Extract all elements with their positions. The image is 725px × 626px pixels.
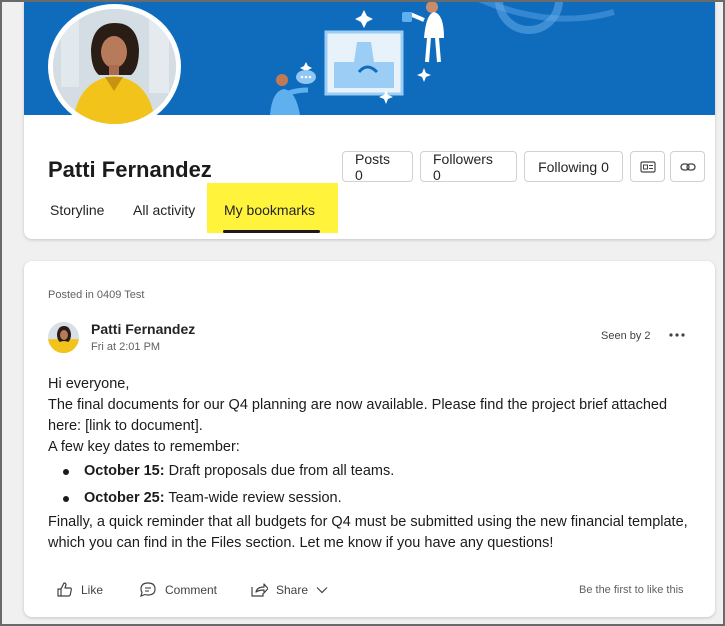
active-tab-indicator — [223, 230, 320, 233]
post-timestamp: Fri at 2:01 PM — [91, 341, 161, 353]
post-paragraph-1: The final documents for our Q4 planning … — [48, 397, 668, 434]
tab-my-bookmarks[interactable]: My bookmarks — [224, 202, 315, 218]
share-label: Share — [276, 582, 309, 597]
person-photo-icon — [52, 326, 76, 353]
share-button[interactable]: Share — [250, 581, 336, 598]
comment-icon — [140, 582, 156, 597]
bullet-text: Team-wide review session. — [164, 490, 342, 506]
more-horizontal-icon — [669, 333, 685, 337]
tab-all-activity[interactable]: All activity — [133, 202, 195, 218]
more-options-button[interactable] — [667, 327, 687, 341]
share-icon — [251, 583, 268, 597]
profile-avatar — [48, 4, 181, 129]
post-card: Posted in 0409 Test Patti Fernandez Fri … — [24, 261, 715, 617]
following-count-button[interactable]: Following 0 — [524, 151, 623, 182]
copy-link-button[interactable] — [670, 151, 705, 182]
key-dates-list: October 15: Draft proposals due from all… — [48, 458, 698, 512]
chevron-down-icon — [316, 586, 328, 593]
post-dates-intro: A few key dates to remember: — [48, 439, 240, 455]
app-frame: Patti Fernandez Posts 0 Followers 0 Foll… — [0, 0, 725, 626]
posted-in-label: Posted in 0409 Test — [48, 289, 145, 301]
list-item: October 15: Draft proposals due from all… — [48, 458, 698, 485]
author-avatar[interactable] — [48, 322, 79, 353]
followers-count-button[interactable]: Followers 0 — [420, 151, 517, 183]
comment-button[interactable]: Comment — [139, 581, 217, 598]
post-paragraph-2: Finally, a quick reminder that all budge… — [48, 514, 688, 551]
bullet-date: October 25: — [84, 490, 165, 506]
post-author-name[interactable]: Patti Fernandez — [91, 321, 195, 337]
tab-storyline[interactable]: Storyline — [50, 202, 104, 218]
contact-card-button[interactable] — [630, 151, 665, 182]
post-greeting: Hi everyone, — [48, 376, 130, 392]
posts-count-button[interactable]: Posts 0 — [342, 151, 413, 183]
profile-card: Patti Fernandez Posts 0 Followers 0 Foll… — [24, 2, 715, 239]
comment-label: Comment — [165, 582, 218, 597]
link-icon — [679, 162, 696, 171]
like-prompt: Be the first to like this — [579, 584, 684, 596]
list-item: October 25: Team-wide review session. — [48, 485, 698, 512]
contact-card-icon — [639, 160, 656, 173]
like-label: Like — [81, 582, 104, 597]
seen-by-count[interactable]: Seen by 2 — [601, 330, 651, 342]
thumbs-up-icon — [57, 582, 72, 597]
bullet-text: Draft proposals due from all teams. — [164, 463, 395, 479]
person-photo-icon — [53, 9, 176, 124]
profile-name: Patti Fernandez — [48, 157, 212, 182]
post-body: Hi everyone, The final documents for our… — [48, 374, 698, 554]
like-button[interactable]: Like — [56, 581, 103, 598]
bullet-date: October 15: — [84, 463, 165, 479]
